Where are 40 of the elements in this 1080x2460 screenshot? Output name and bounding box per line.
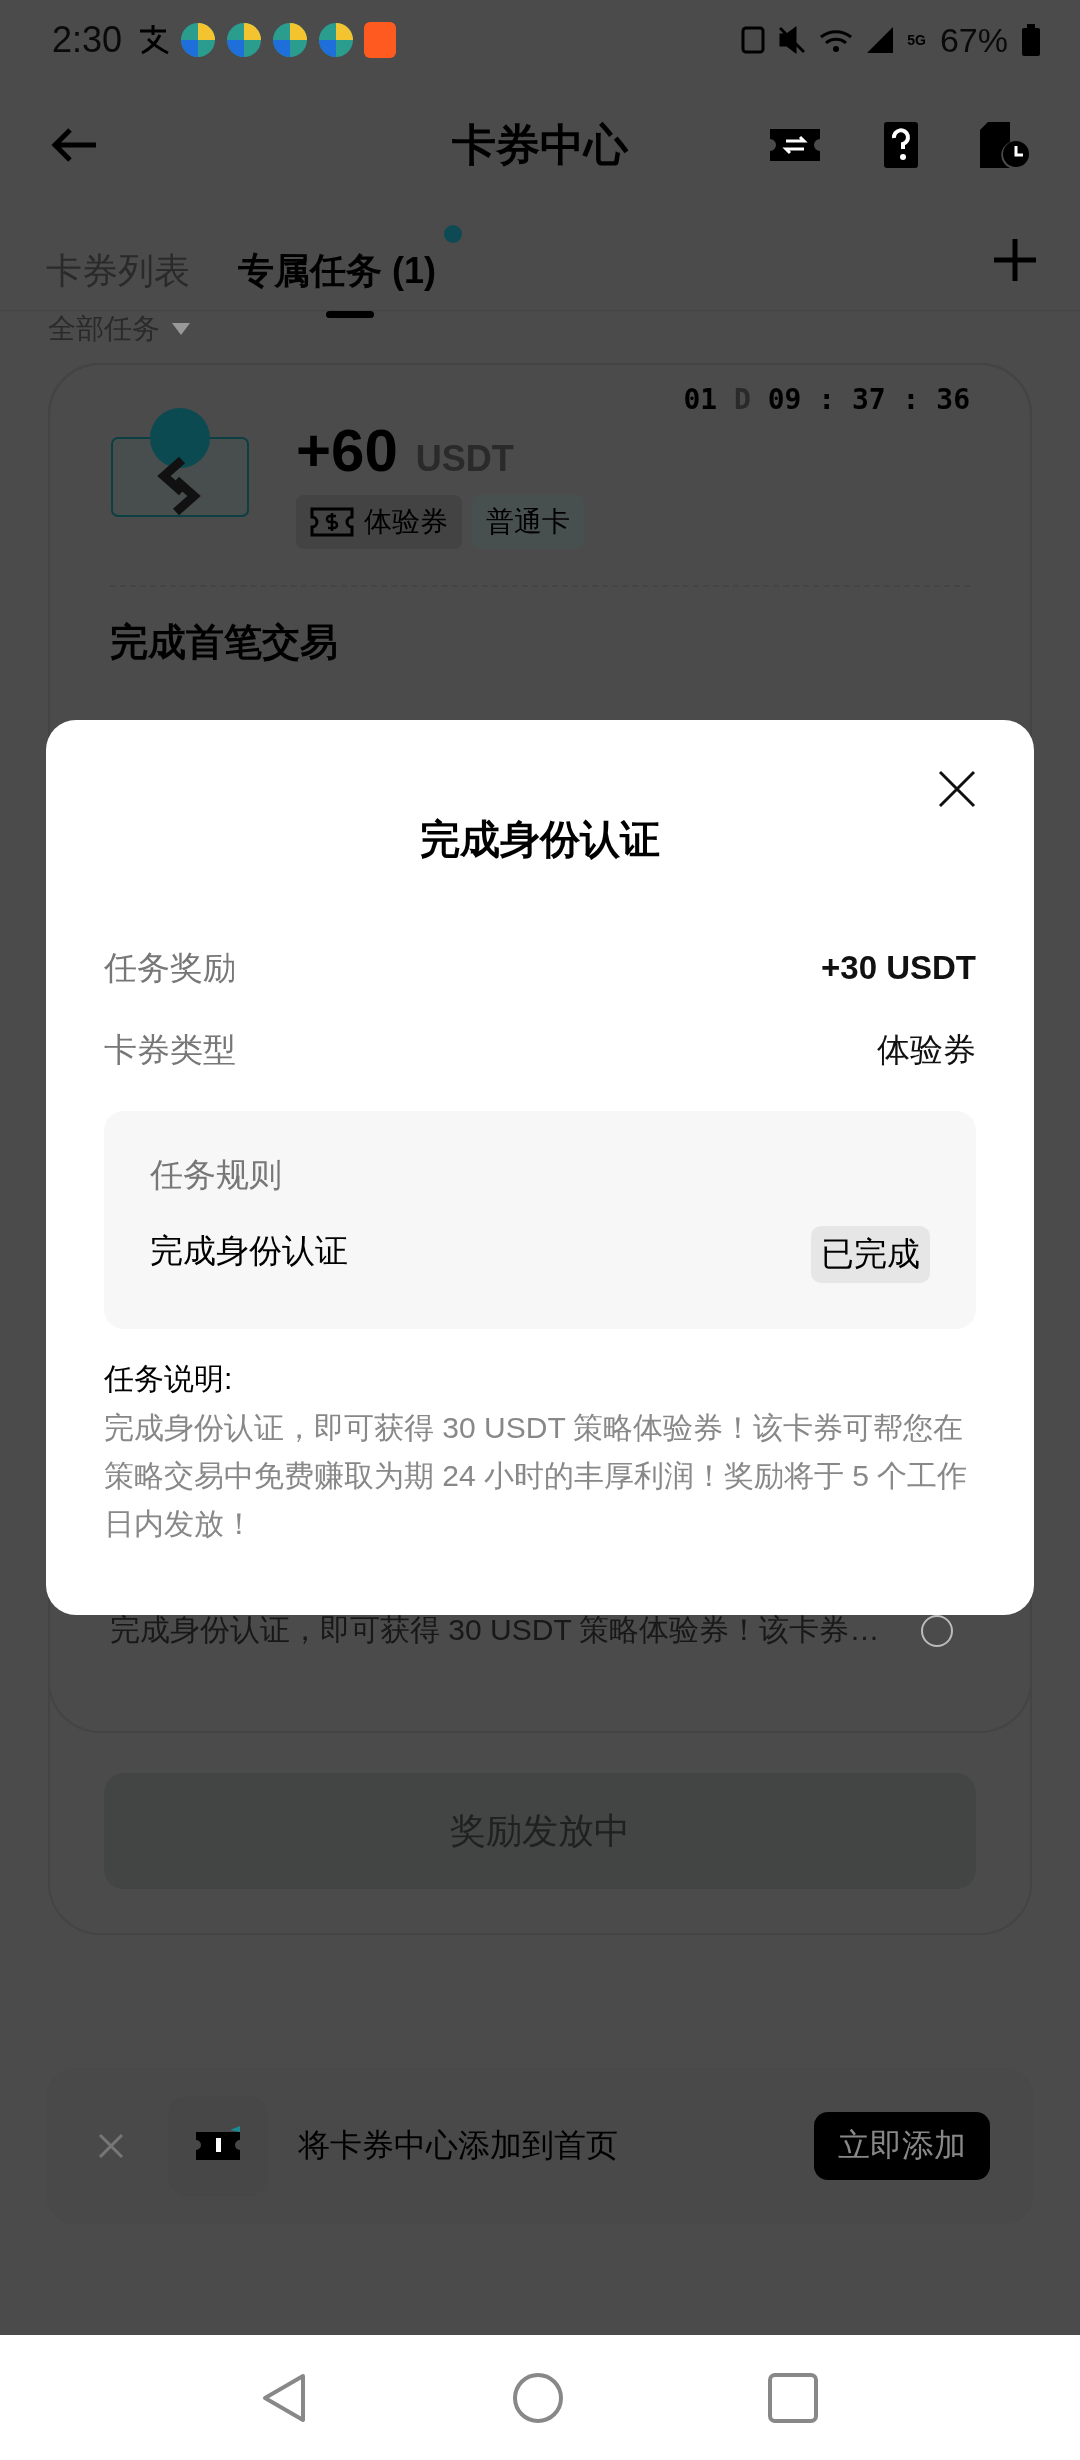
dialog-title: 完成身份认证 xyxy=(419,816,661,863)
page-title: 卡券中心 xyxy=(452,118,628,171)
close-icon[interactable] xyxy=(938,770,976,808)
description-heading: 任务说明: xyxy=(104,1361,234,1397)
app-icon xyxy=(180,22,217,58)
tab-indicator xyxy=(326,310,374,318)
rules-heading: 任务规则 xyxy=(150,1155,283,1195)
app-icon xyxy=(226,22,263,58)
row-value: 体验券 xyxy=(877,1029,976,1070)
recent-apps-icon[interactable] xyxy=(766,2371,819,2424)
reward-amount: +60 xyxy=(296,416,398,485)
row-value: +30 USDT xyxy=(821,949,976,987)
home-icon[interactable] xyxy=(512,2371,564,2424)
signal-icon xyxy=(867,27,894,53)
ticket-dollar-icon xyxy=(310,507,354,537)
notification-dot xyxy=(444,224,462,243)
rule-text: 完成身份认证 xyxy=(150,1231,348,1271)
row-label: 卡券类型 xyxy=(104,1029,236,1070)
status-badge: 已完成 xyxy=(811,1226,930,1283)
tab[interactable]: 专属任务 (1) xyxy=(238,224,462,296)
app-icon xyxy=(272,22,309,58)
card-logo-icon xyxy=(110,408,250,518)
help-icon[interactable] xyxy=(919,1613,954,1648)
battery-level: 67% xyxy=(939,20,1008,60)
mute-icon xyxy=(779,26,806,54)
tag: 普通卡 xyxy=(472,495,584,549)
tag: 体验券 xyxy=(296,495,462,549)
add-icon[interactable] xyxy=(994,239,1036,281)
wifi-icon xyxy=(819,27,854,53)
description-text: 完成身份认证，即可获得 30 USDT 策略体验券！该卡券可帮您在策略交易中免费赚取为期 24 小时的丰厚利润！奖励将于 5 个工作日内发放！ xyxy=(104,1410,968,1542)
task-title: 完成首笔交易 xyxy=(110,620,339,665)
row-label: 任务奖励 xyxy=(104,947,236,988)
dropdown-caret-icon[interactable] xyxy=(172,323,190,335)
app-icon xyxy=(318,22,355,58)
status-time: 2:30 xyxy=(52,19,123,61)
battery-icon xyxy=(1022,24,1040,56)
network-label: 5G xyxy=(907,32,926,48)
banner-text: 将卡券中心添加到首页 xyxy=(298,2126,618,2165)
add-now-button[interactable]: 立即添加 xyxy=(814,2112,990,2180)
history-icon[interactable] xyxy=(980,122,1030,168)
